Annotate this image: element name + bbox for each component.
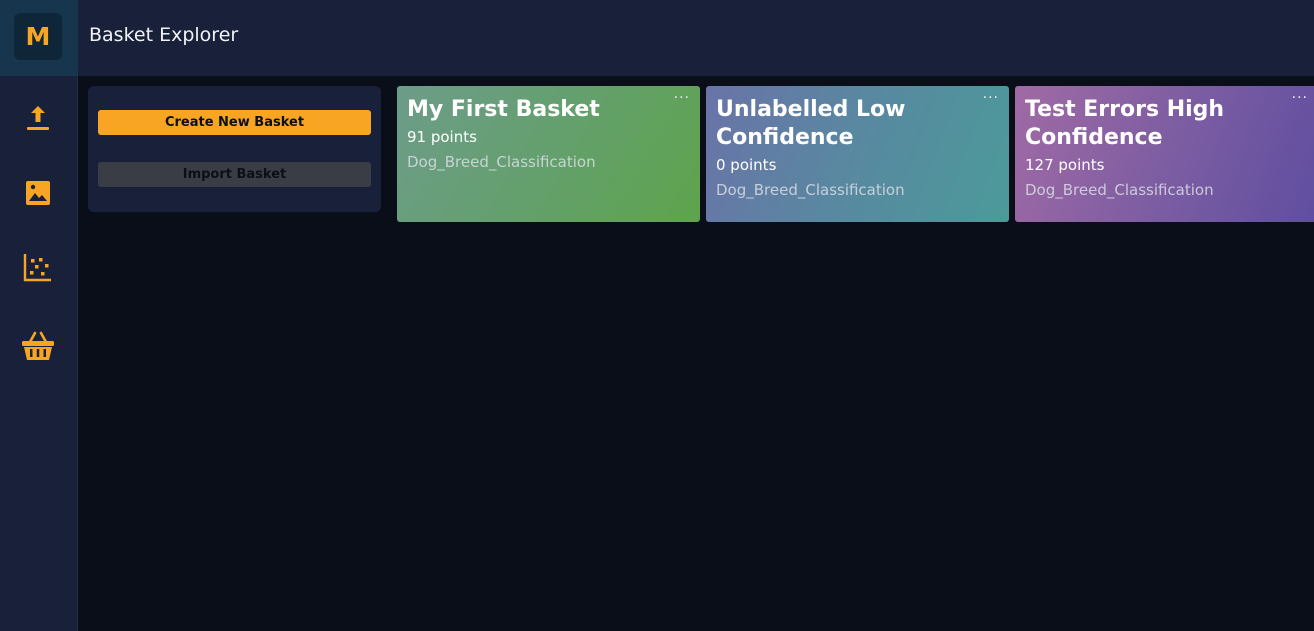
basket-points: 91 points [407, 128, 477, 146]
basket-card[interactable]: Unlabelled Low Confidence 0 points Dog_B… [706, 86, 1009, 222]
import-basket-button[interactable]: Import Basket [98, 162, 371, 187]
basket-actions-panel: Create New Basket Import Basket [88, 86, 381, 212]
basket-dataset: Dog_Breed_Classification [407, 153, 596, 171]
nav-baskets[interactable] [21, 329, 55, 363]
basket-points: 0 points [716, 156, 777, 174]
nav-scatter[interactable] [21, 250, 55, 284]
sidebar: M [0, 0, 78, 631]
basket-icon [22, 331, 54, 360]
app-logo[interactable]: M [14, 13, 62, 60]
logo-area[interactable]: M [0, 0, 78, 76]
page-title: Basket Explorer [89, 24, 239, 46]
basket-points: 127 points [1025, 156, 1105, 174]
basket-card[interactable]: My First Basket 91 points Dog_Breed_Clas… [397, 86, 700, 222]
more-options-icon[interactable]: ··· [983, 90, 999, 106]
header-bar: Basket Explorer [78, 0, 1314, 76]
more-options-icon[interactable]: ··· [1292, 90, 1308, 106]
basket-dataset: Dog_Breed_Classification [1025, 181, 1214, 199]
basket-card[interactable]: Test Errors High Confidence 127 points D… [1015, 86, 1314, 222]
create-new-basket-button[interactable]: Create New Basket [98, 110, 371, 135]
nav-images[interactable] [21, 176, 55, 210]
image-icon [26, 181, 50, 205]
upload-icon [27, 106, 49, 130]
more-options-icon[interactable]: ··· [674, 90, 690, 106]
nav-upload[interactable] [21, 101, 55, 135]
basket-title: Test Errors High Confidence [1025, 97, 1225, 150]
basket-dataset: Dog_Breed_Classification [716, 181, 905, 199]
basket-title: My First Basket [407, 97, 600, 122]
basket-title: Unlabelled Low Confidence [716, 97, 906, 150]
scatter-plot-icon [23, 254, 51, 282]
